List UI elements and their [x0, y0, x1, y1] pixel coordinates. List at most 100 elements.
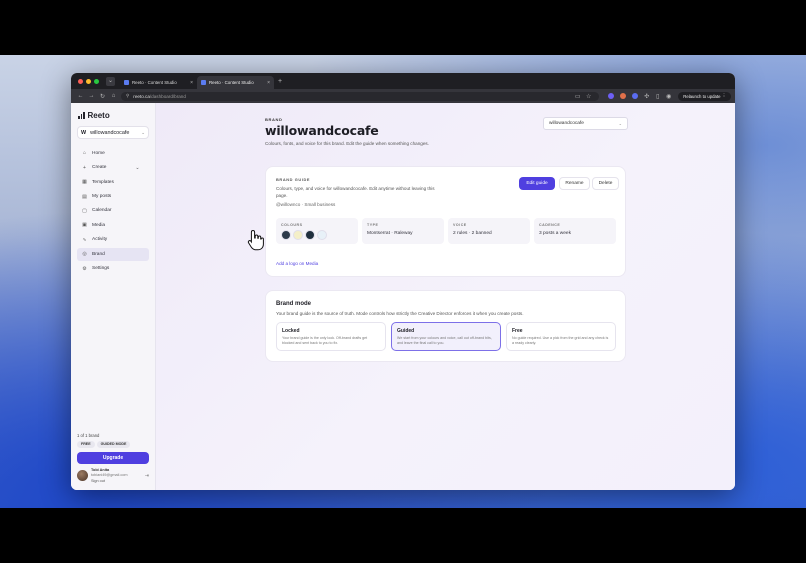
gear-icon: ⚙ [82, 265, 87, 272]
mode-option-title: Locked [282, 328, 300, 334]
home-icon[interactable]: ⌂ [108, 93, 119, 99]
install-icon[interactable]: ▭ [572, 93, 583, 100]
stat-type: TYPE Montserrat · Raleway [362, 218, 444, 244]
sidebar-item-home[interactable]: ⌂ Home [77, 147, 149, 160]
posts-icon: ▤ [82, 193, 87, 200]
site-info-icon[interactable]: ⚲ [126, 93, 129, 99]
relaunch-button[interactable]: Relaunch to update ⋮ [678, 91, 731, 101]
window-controls [78, 78, 99, 84]
plus-icon: + [83, 164, 86, 171]
sidebar-item-create[interactable]: + Create ⌄ [77, 161, 149, 174]
stat-cadence: CADENCE 3 posts a week [534, 218, 616, 244]
bookmark-star-icon[interactable]: ☆ [583, 93, 594, 100]
extension-icon[interactable] [620, 93, 627, 99]
brand-guide-tags: @willownco · Small business [276, 202, 336, 207]
hand-pointer-icon [247, 229, 264, 251]
stat-colours: COLOURS [276, 218, 358, 244]
profile-icon[interactable]: ◉ [663, 93, 674, 100]
plan-badges: FREE GUIDED MODE [77, 440, 149, 448]
new-tab-button[interactable]: + [278, 78, 282, 85]
stat-value: 2 rules · 2 banned [453, 231, 492, 236]
mode-option-free[interactable]: Free No guide required. Use a pick from … [506, 322, 616, 351]
activity-icon: ∿ [82, 236, 87, 243]
logo-icon [78, 112, 85, 119]
brand-mode-subtitle: Your brand guide is the source of truth.… [276, 311, 524, 316]
mode-option-description: We start from your colours and voice, ca… [397, 336, 492, 345]
sidebar-item-label: Create [92, 165, 107, 171]
extension-icon[interactable] [632, 93, 639, 99]
mode-option-description: No guide required. Use a pick from the g… [512, 336, 609, 345]
tab-search-icon[interactable]: ⌄ [106, 76, 115, 86]
stat-label: VOICE [453, 223, 467, 227]
reload-icon[interactable]: ↻ [97, 93, 108, 100]
chevron-down-icon: ⌄ [141, 129, 145, 135]
close-window-button[interactable] [78, 78, 83, 84]
sidebar-item-media[interactable]: ▣ Media [77, 219, 149, 232]
tab-title: Reeto · Content Studio [132, 80, 177, 85]
avatar[interactable] [77, 470, 88, 482]
url-path: /dashboard/brand [149, 93, 186, 99]
edit-guide-button[interactable]: Edit guide [519, 177, 555, 190]
colour-swatches [281, 230, 353, 240]
logout-icon[interactable]: ⇥ [145, 473, 149, 479]
sidebar-item-templates[interactable]: ▦ Templates [77, 176, 149, 189]
url-host: reeto.ca [133, 93, 150, 99]
extension-icon[interactable] [608, 93, 615, 99]
extensions-puzzle-icon[interactable]: ✣ [641, 93, 652, 100]
minimize-window-button[interactable] [86, 78, 91, 84]
delete-button[interactable]: Delete [592, 177, 619, 190]
relaunch-label: Relaunch to update [683, 93, 721, 99]
close-tab-icon[interactable]: × [190, 80, 193, 86]
stat-label: CADENCE [539, 223, 561, 227]
workspace-name: willowandcocafe [90, 129, 130, 136]
brand-mode-card: Brand mode Your brand guide is the sourc… [265, 290, 626, 362]
rename-button[interactable]: Rename [559, 177, 590, 190]
mode-option-locked[interactable]: Locked Your brand guide is the only look… [276, 322, 386, 351]
sidepanel-icon[interactable]: ▯ [652, 93, 663, 100]
colour-swatch [317, 230, 327, 240]
brand-select-value: willowandcocafe [549, 121, 584, 126]
sidebar-item-label: Settings [92, 266, 110, 272]
sign-out-link[interactable]: Sign out [91, 479, 145, 484]
maximize-window-button[interactable] [94, 78, 99, 84]
templates-icon: ▦ [82, 179, 87, 186]
chevron-down-icon[interactable]: ⌄ [134, 165, 141, 171]
user-info: Tobi Anita tobiani49@gmail.com Sign out [91, 468, 145, 484]
brand-select[interactable]: willowandcocafe ⌄ [543, 117, 628, 130]
app-logo[interactable]: Reeto [78, 111, 149, 120]
tab-title: Reeto · Content Studio [209, 80, 254, 85]
mode-option-title: Free [512, 328, 523, 334]
sidebar-item-brand[interactable]: ◎ Brand [77, 247, 149, 261]
sidebar-item-calendar[interactable]: ▢ Calendar [77, 205, 149, 218]
section-eyebrow: BRAND [265, 117, 283, 122]
plan-usage: 1 of 1 brand [77, 432, 100, 438]
home-icon: ⌂ [82, 150, 87, 157]
back-icon[interactable]: ← [75, 93, 86, 99]
brand-mode-title: Brand mode [276, 301, 312, 307]
colour-swatch [305, 230, 315, 240]
sidebar-nav: ⌂ Home + Create ⌄ ▦ Templates ▤ My posts ▢ Cal… [77, 147, 149, 275]
brand-guide-eyebrow: BRAND GUIDE [276, 177, 311, 182]
mode-option-guided[interactable]: Guided We start from your colours and vo… [391, 322, 501, 351]
media-icon: ▣ [82, 222, 87, 229]
sidebar-item-label: Brand [92, 251, 105, 257]
add-logo-link[interactable]: Add a logo on Media [276, 261, 318, 266]
mode-option-description: Your brand guide is the only look. Off-b… [282, 336, 368, 345]
browser-tab-2[interactable]: Reeto · Content Studio × [197, 76, 274, 89]
sidebar-footer: 1 of 1 brand FREE GUIDED MODE Upgrade To… [77, 433, 149, 484]
workspace-switcher[interactable]: W willowandcocafe ⌄ [77, 126, 149, 139]
upgrade-button[interactable]: Upgrade [77, 451, 149, 464]
browser-tab-1[interactable]: Reeto · Content Studio × [120, 76, 197, 89]
favicon-icon [201, 80, 206, 85]
sidebar-item-activity[interactable]: ∿ Activity [77, 233, 149, 246]
sidebar-item-settings[interactable]: ⚙ Settings [77, 262, 149, 275]
forward-icon[interactable]: → [86, 93, 97, 99]
mode-badge: GUIDED MODE [96, 440, 131, 448]
close-tab-icon[interactable]: × [267, 80, 270, 86]
sidebar: Reeto W willowandcocafe ⌄ ⌂ Home + Create ⌄… [71, 103, 156, 490]
page-title: willowandcocafe [265, 123, 379, 138]
user-profile: Tobi Anita tobiani49@gmail.com Sign out … [77, 468, 149, 484]
address-bar[interactable]: ⚲ reeto.ca/dashboard/brand ▭ ☆ [121, 91, 600, 101]
stat-value: Montserrat · Raleway [367, 231, 413, 236]
sidebar-item-my-posts[interactable]: ▤ My posts [77, 190, 149, 203]
